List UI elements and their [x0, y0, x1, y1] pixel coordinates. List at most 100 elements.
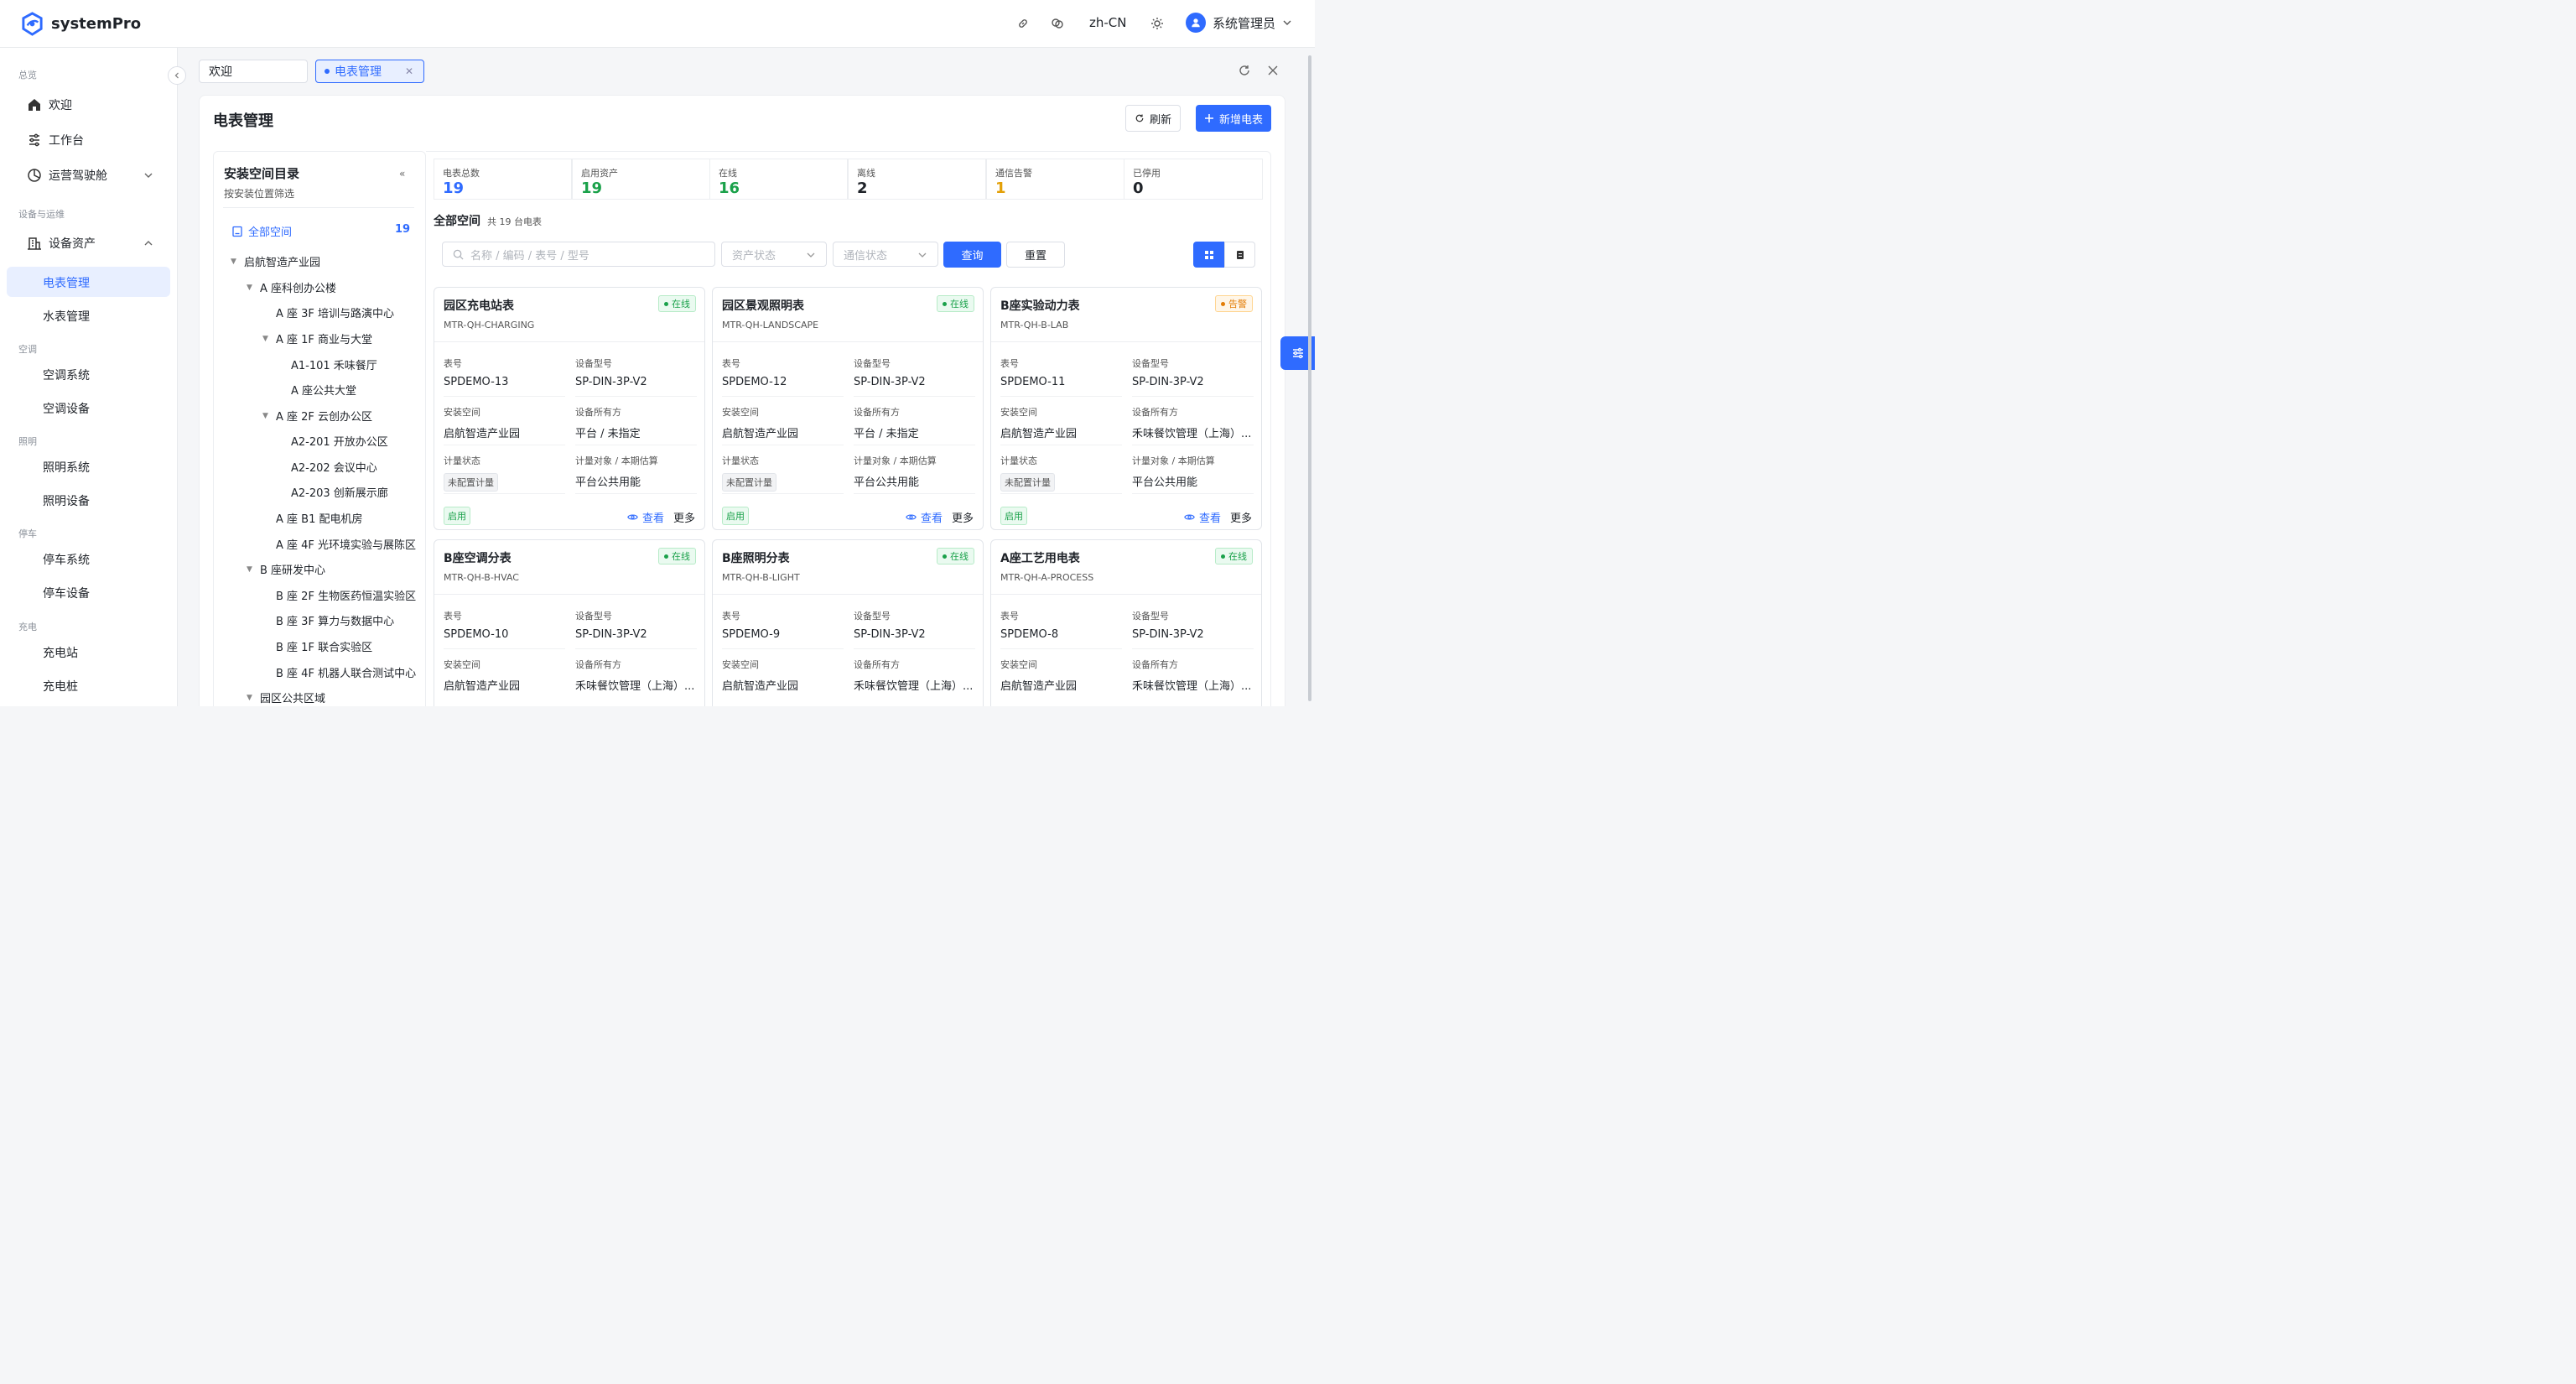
tree-node[interactable]: ▼ 启航智造产业园: [231, 253, 320, 269]
space-title-text: 全部空间: [434, 215, 481, 229]
meter-name: A座工艺用电表: [1000, 552, 1080, 566]
list-view-button[interactable]: [1224, 242, 1256, 268]
sidebar-item-lighting-device[interactable]: 照明设备: [7, 485, 170, 515]
field-label: 安装空间: [444, 659, 481, 671]
scrollbar-thumb[interactable]: [1308, 55, 1312, 702]
sidebar-item-charge-pile[interactable]: 充电桩: [7, 670, 170, 700]
sidebar-item-label: 空调设备: [43, 403, 91, 417]
meter-card[interactable]: 园区景观照明表 在线 MTR-QH-LANDSCAPE 表号 SPDEMO-12…: [712, 287, 984, 531]
tree-node[interactable]: ▼ A 座科创办公楼: [247, 279, 336, 295]
tree-node[interactable]: A1-101 禾味餐厅: [291, 356, 377, 372]
meter-no: SPDEMO-9: [722, 628, 781, 642]
tree-node[interactable]: B 座 3F 算力与数据中心: [276, 612, 394, 628]
sidebar-collapse-button[interactable]: [168, 66, 187, 86]
sidebar-item-parking-device[interactable]: 停车设备: [7, 577, 170, 607]
tree-node[interactable]: A 座 3F 培训与路演中心: [276, 304, 394, 320]
tree-node[interactable]: A 座公共大堂: [291, 382, 356, 398]
query-button[interactable]: 查询: [943, 242, 1002, 268]
sidebar-item-hvac-device[interactable]: 空调设备: [7, 393, 170, 423]
sidebar-item-cockpit[interactable]: 运营驾驶舱: [7, 160, 170, 190]
logo[interactable]: systemPro: [20, 12, 141, 36]
meter-card[interactable]: B座空调分表 在线 MTR-QH-B-HVAC 表号 SPDEMO-10 设备型…: [434, 539, 706, 707]
caret-down-icon: ▼: [247, 283, 252, 292]
view-label: 查看: [1199, 512, 1222, 526]
meter-card[interactable]: A座工艺用电表 在线 MTR-QH-A-PROCESS 表号 SPDEMO-8 …: [990, 539, 1263, 707]
sidebar-item-parking-system[interactable]: 停车系统: [7, 544, 170, 574]
comm-status-select[interactable]: 通信状态: [833, 242, 939, 268]
sidebar-item-charge-station[interactable]: 充电站: [7, 637, 170, 667]
tree-node[interactable]: A2-201 开放办公区: [291, 433, 388, 449]
sidebar-item-workbench[interactable]: 工作台: [7, 125, 170, 155]
add-meter-button[interactable]: 新增电表: [1196, 105, 1272, 133]
sidebar-item-water[interactable]: 水表管理: [7, 300, 170, 330]
meter-no: SPDEMO-11: [1000, 376, 1066, 389]
reload-icon[interactable]: [1238, 64, 1251, 77]
search-input[interactable]: 名称 / 编码 / 表号 / 型号: [442, 242, 716, 268]
close-icon[interactable]: [1266, 64, 1280, 77]
tree-node[interactable]: ▼ 园区公共区域: [247, 689, 325, 705]
pie-chart-icon: [28, 169, 41, 182]
model: SP-DIN-3P-V2: [575, 376, 647, 389]
tree-node[interactable]: A 座 B1 配电机房: [276, 510, 362, 526]
sidebar-item-assets[interactable]: 设备资产: [7, 228, 170, 258]
tree-node-label: A1-101 禾味餐厅: [291, 360, 377, 373]
translate-icon[interactable]: [1049, 15, 1066, 32]
tree-node[interactable]: B 座 4F 机器人联合测试中心: [276, 664, 416, 680]
tree-all-label: 全部空间: [248, 226, 293, 240]
tab-welcome[interactable]: 欢迎: [199, 60, 309, 84]
more-button[interactable]: 更多: [1230, 509, 1252, 525]
tree-node[interactable]: B 座 2F 生物医药恒温实验区: [276, 587, 416, 603]
tree-all-spaces[interactable]: 全部空间: [231, 223, 292, 239]
field-label: 安装空间: [444, 407, 481, 419]
meter-card[interactable]: B座实验动力表 告警 MTR-QH-B-LAB 表号 SPDEMO-11 设备型…: [990, 287, 1263, 531]
tree-node[interactable]: A2-203 创新展示廊: [291, 484, 388, 500]
field-label: 计量对象 / 本期估算: [1132, 455, 1215, 467]
field-label: 表号: [1000, 611, 1020, 622]
refresh-button[interactable]: 刷新: [1125, 105, 1182, 133]
tree-node-label: A 座 1F 商业与大堂: [276, 334, 373, 347]
space: 启航智造产业园: [444, 428, 521, 441]
link-icon[interactable]: [1015, 15, 1031, 32]
space: 启航智造产业园: [1000, 428, 1078, 441]
list-icon: [1236, 250, 1244, 259]
space: 启航智造产业园: [444, 680, 521, 694]
sidebar-group-overview: 总览: [18, 70, 38, 81]
view-button[interactable]: 查看: [627, 509, 664, 525]
close-icon[interactable]: ✕: [405, 65, 413, 77]
stat-value: 1: [995, 180, 1006, 198]
tree-collapse-button[interactable]: «: [399, 168, 405, 180]
tree-node[interactable]: B 座 1F 联合实验区: [276, 638, 372, 654]
logo-icon: [22, 12, 43, 36]
sidebar-item-welcome[interactable]: 欢迎: [7, 90, 170, 120]
sidebar-item-hvac-system[interactable]: 空调系统: [7, 359, 170, 389]
grid-view-button[interactable]: [1193, 242, 1225, 268]
view-button[interactable]: 查看: [906, 509, 943, 525]
refresh-icon: [1135, 114, 1144, 122]
more-button[interactable]: 更多: [952, 509, 974, 525]
view-label: 查看: [921, 512, 943, 526]
meter-card[interactable]: B座照明分表 在线 MTR-QH-B-LIGHT 表号 SPDEMO-9 设备型…: [712, 539, 984, 707]
sidebar-item-lighting-system[interactable]: 照明系统: [7, 451, 170, 481]
theme-sun-icon[interactable]: [1149, 15, 1166, 32]
tree-node[interactable]: A 座 4F 光环境实验与展陈区: [276, 536, 416, 552]
more-button[interactable]: 更多: [673, 509, 695, 525]
stat-value: 19: [581, 180, 603, 198]
meter-code: MTR-QH-CHARGING: [444, 320, 535, 331]
building-icon: [28, 237, 42, 250]
tree-node[interactable]: ▼ A 座 2F 云创办公区: [262, 408, 372, 424]
meter-card[interactable]: 园区充电站表 在线 MTR-QH-CHARGING 表号 SPDEMO-13 设…: [434, 287, 706, 531]
divider: [991, 594, 1262, 596]
language-selector[interactable]: zh-CN: [1089, 15, 1127, 30]
tree-node[interactable]: ▼ A 座 1F 商业与大堂: [262, 330, 372, 346]
owner: 禾味餐饮管理（上海）...: [1132, 428, 1252, 441]
sidebar-item-meter[interactable]: 电表管理: [7, 267, 171, 298]
user-menu[interactable]: 系统管理员: [1186, 13, 1292, 34]
reset-button[interactable]: 重置: [1006, 242, 1066, 268]
space-title: 全部空间 共 19 台电表: [434, 212, 542, 229]
view-button[interactable]: 查看: [1184, 509, 1221, 525]
tab-meter[interactable]: 电表管理 ✕: [315, 60, 425, 84]
page-scrollbar[interactable]: [1307, 50, 1312, 706]
asset-status-select[interactable]: 资产状态: [721, 242, 828, 268]
tree-node[interactable]: ▼ B 座研发中心: [247, 561, 325, 577]
tree-node[interactable]: A2-202 会议中心: [291, 459, 377, 475]
